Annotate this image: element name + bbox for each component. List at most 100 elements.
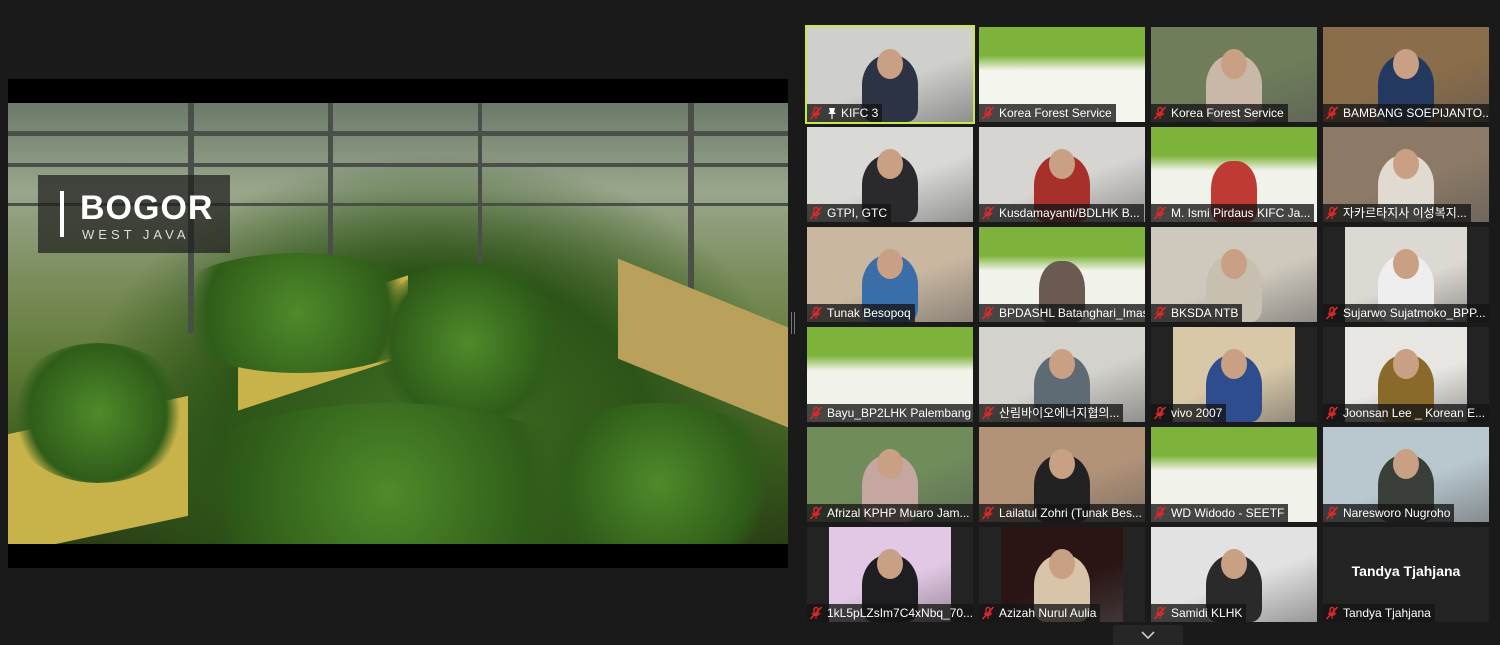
participant-name-label: 산림바이오에너지협의...	[979, 404, 1124, 422]
participant-tile[interactable]: WD Widodo - SEETF	[1151, 427, 1317, 522]
muted-mic-icon	[981, 606, 995, 620]
muted-mic-icon	[981, 106, 995, 120]
muted-mic-icon	[1325, 506, 1339, 520]
participant-name-label: Korea Forest Service	[1151, 104, 1288, 122]
muted-mic-icon	[1325, 106, 1339, 120]
participant-name: 1kL5pLZsIm7C4xNbq_70...	[827, 606, 973, 620]
participant-name: BKSDA NTB	[1171, 306, 1239, 320]
participant-name: Afrizal KPHP Muaro Jam...	[827, 506, 970, 520]
participant-tile[interactable]: 산림바이오에너지협의...	[979, 327, 1145, 422]
participant-tile[interactable]: 자카르타지사 이성복지...	[1323, 127, 1489, 222]
caption-region: WEST JAVA	[82, 227, 190, 242]
participant-name: Joonsan Lee _ Korean E...	[1343, 406, 1486, 420]
participant-name-label: 자카르타지사 이성복지...	[1323, 204, 1471, 222]
muted-mic-icon	[981, 306, 995, 320]
participant-tile[interactable]: Sujarwo Sujatmoko_BPP...	[1323, 227, 1489, 322]
muted-mic-icon	[1153, 506, 1167, 520]
muted-mic-icon	[1153, 106, 1167, 120]
participant-name-label: Afrizal KPHP Muaro Jam...	[807, 504, 973, 522]
muted-mic-icon	[981, 406, 995, 420]
participant-name: Kusdamayanti/BDLHK B...	[999, 206, 1140, 220]
participant-name: Azizah Nurul Aulia	[999, 606, 1097, 620]
resize-handle[interactable]	[791, 312, 795, 334]
participant-name: Korea Forest Service	[999, 106, 1112, 120]
participant-name: Samidi KLHK	[1171, 606, 1243, 620]
participant-name-label: M. Ismi Pirdaus KIFC Ja...	[1151, 204, 1315, 222]
participant-name: Korea Forest Service	[1171, 106, 1284, 120]
participant-name: Lailatul Zohri (Tunak Bes...	[999, 506, 1142, 520]
participant-name-label: BAMBANG SOEPIJANTO...	[1323, 104, 1489, 122]
participant-tile[interactable]: Tandya Tjahjana Tandya Tjahjana	[1323, 527, 1489, 622]
participant-tile[interactable]: GTPI, GTC	[807, 127, 973, 222]
participant-tile[interactable]: Tunak Besopoq	[807, 227, 973, 322]
muted-mic-icon	[809, 106, 823, 120]
participant-name-label: Kusdamayanti/BDLHK B...	[979, 204, 1144, 222]
participant-tile[interactable]: Bayu_BP2LHK Palembang	[807, 327, 973, 422]
participant-tile[interactable]: Lailatul Zohri (Tunak Bes...	[979, 427, 1145, 522]
main-speaker-video: BOGOR WEST JAVA	[8, 79, 788, 568]
muted-mic-icon	[981, 206, 995, 220]
muted-mic-icon	[809, 306, 823, 320]
participant-name-label: GTPI, GTC	[807, 204, 891, 222]
participant-tile[interactable]: Samidi KLHK	[1151, 527, 1317, 622]
muted-mic-icon	[809, 506, 823, 520]
participant-name-label: Joonsan Lee _ Korean E...	[1323, 404, 1489, 422]
muted-mic-icon	[1153, 406, 1167, 420]
participant-name-label: Tandya Tjahjana	[1323, 604, 1435, 622]
expand-gallery-button[interactable]	[1113, 625, 1183, 645]
participant-name-label: BPDASHL Batanghari_Imas	[979, 304, 1145, 322]
participant-name-label: Lailatul Zohri (Tunak Bes...	[979, 504, 1145, 522]
participant-tile[interactable]: Azizah Nurul Aulia	[979, 527, 1145, 622]
participant-tile[interactable]: Joonsan Lee _ Korean E...	[1323, 327, 1489, 422]
participant-tile[interactable]: BAMBANG SOEPIJANTO...	[1323, 27, 1489, 122]
participant-name-label: KIFC 3	[807, 104, 883, 122]
muted-mic-icon	[1325, 606, 1339, 620]
muted-mic-icon	[981, 506, 995, 520]
participant-name-label: vivo 2007	[1151, 404, 1227, 422]
participant-name: Tandya Tjahjana	[1343, 606, 1431, 620]
participant-name: BPDASHL Batanghari_Imas	[999, 306, 1145, 320]
participant-tile[interactable]: M. Ismi Pirdaus KIFC Ja...	[1151, 127, 1317, 222]
participant-tile[interactable]: BKSDA NTB	[1151, 227, 1317, 322]
muted-mic-icon	[809, 206, 823, 220]
participant-tile[interactable]: Korea Forest Service	[1151, 27, 1317, 122]
participant-name-label: Korea Forest Service	[979, 104, 1116, 122]
location-caption: BOGOR WEST JAVA	[38, 175, 230, 253]
participant-name-label: 1kL5pLZsIm7C4xNbq_70...	[807, 604, 973, 622]
participant-name-label: WD Widodo - SEETF	[1151, 504, 1289, 522]
participant-name-label: Samidi KLHK	[1151, 604, 1247, 622]
participant-tile[interactable]: Korea Forest Service	[979, 27, 1145, 122]
muted-mic-icon	[1325, 406, 1339, 420]
participant-name: 자카르타지사 이성복지...	[1343, 206, 1467, 220]
participant-name: M. Ismi Pirdaus KIFC Ja...	[1171, 206, 1311, 220]
participant-name: Sujarwo Sujatmoko_BPP...	[1343, 306, 1486, 320]
participant-name-label: BKSDA NTB	[1151, 304, 1243, 322]
participant-tile[interactable]: KIFC 3	[805, 25, 975, 124]
participant-name-label: Naresworo Nugroho	[1323, 504, 1455, 522]
participant-name-label: Bayu_BP2LHK Palembang	[807, 404, 973, 422]
participant-name: Tunak Besopoq	[827, 306, 911, 320]
participant-tile[interactable]: Kusdamayanti/BDLHK B...	[979, 127, 1145, 222]
participant-name: 산림바이오에너지협의...	[999, 406, 1120, 420]
participant-name: WD Widodo - SEETF	[1171, 506, 1285, 520]
chevron-down-icon	[1141, 631, 1155, 640]
participant-name: Naresworo Nugroho	[1343, 506, 1451, 520]
participant-tile[interactable]: 1kL5pLZsIm7C4xNbq_70...	[807, 527, 973, 622]
participant-display-name: Tandya Tjahjana	[1351, 563, 1461, 579]
muted-mic-icon	[1153, 606, 1167, 620]
participant-tile[interactable]: Naresworo Nugroho	[1323, 427, 1489, 522]
caption-city: BOGOR	[80, 189, 214, 227]
pin-icon	[828, 108, 836, 119]
participant-name: GTPI, GTC	[827, 206, 887, 220]
participant-name-label: Azizah Nurul Aulia	[979, 604, 1101, 622]
muted-mic-icon	[809, 606, 823, 620]
participant-name-label: Tunak Besopoq	[807, 304, 915, 322]
participant-name: vivo 2007	[1171, 406, 1223, 420]
participant-tile[interactable]: Afrizal KPHP Muaro Jam...	[807, 427, 973, 522]
participant-tile[interactable]: BPDASHL Batanghari_Imas	[979, 227, 1145, 322]
participant-name-label: Sujarwo Sujatmoko_BPP...	[1323, 304, 1489, 322]
muted-mic-icon	[1325, 206, 1339, 220]
muted-mic-icon	[1153, 306, 1167, 320]
muted-mic-icon	[1153, 206, 1167, 220]
participant-tile[interactable]: vivo 2007	[1151, 327, 1317, 422]
